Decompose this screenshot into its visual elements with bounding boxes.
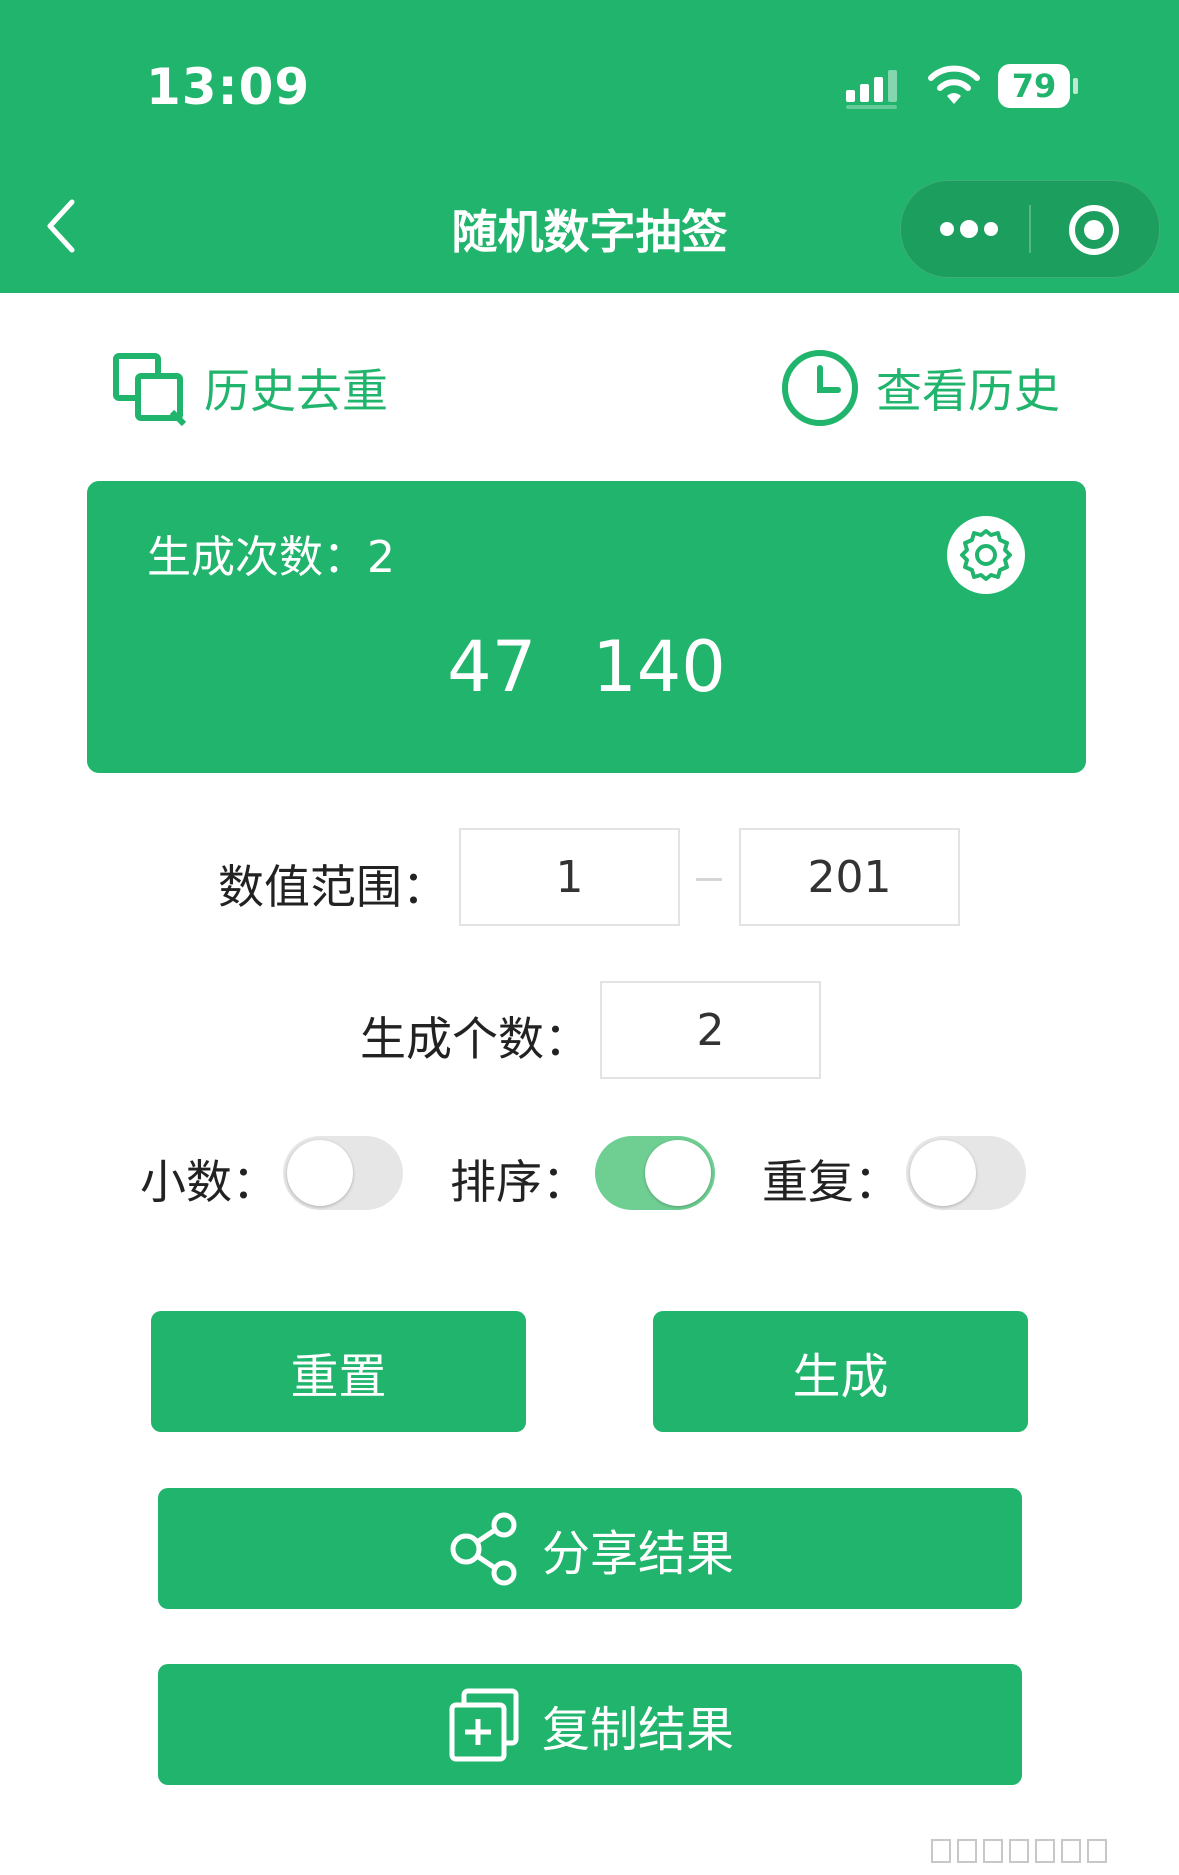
- status-time: 13:09: [146, 58, 311, 116]
- result-number: 47: [447, 626, 537, 708]
- count-label: 生成个数：: [360, 1012, 590, 1066]
- generate-count: 生成次数：2: [147, 521, 395, 585]
- share-icon: [450, 1512, 517, 1585]
- repeat-toggle[interactable]: [906, 1136, 1026, 1210]
- more-icon[interactable]: [937, 211, 1001, 247]
- result-numbers: 47 140: [87, 626, 1086, 708]
- gear-icon: [960, 529, 1012, 581]
- battery-level: 79: [1011, 67, 1057, 105]
- wifi-icon: [928, 65, 980, 104]
- copy-result-button[interactable]: 复制结果: [158, 1664, 1022, 1785]
- reset-button[interactable]: 重置: [151, 1311, 526, 1432]
- sort-toggle[interactable]: [595, 1136, 715, 1210]
- cellular-signal-icon: [846, 70, 897, 109]
- sort-label: 排序：: [450, 1155, 588, 1209]
- generate-button[interactable]: 生成: [653, 1311, 1028, 1432]
- share-result-label: 分享结果: [541, 1525, 734, 1582]
- watermark-icon: [931, 1839, 1107, 1863]
- range-max-input[interactable]: [739, 828, 960, 926]
- history-dedupe-label: 历史去重: [204, 364, 388, 418]
- dedupe-icon: [113, 353, 187, 426]
- result-number: 140: [592, 626, 726, 708]
- close-target-icon[interactable]: [1067, 203, 1121, 257]
- clock-icon: [782, 350, 858, 426]
- copy-result-label: 复制结果: [541, 1701, 734, 1758]
- copy-icon: [449, 1688, 519, 1761]
- generate-count-value: 2: [367, 532, 395, 583]
- range-separator: [696, 878, 722, 881]
- view-history-link[interactable]: 查看历史: [780, 348, 1060, 428]
- decimal-toggle[interactable]: [283, 1136, 403, 1210]
- share-result-button[interactable]: 分享结果: [158, 1488, 1022, 1609]
- decimal-label: 小数：: [140, 1155, 278, 1209]
- count-input[interactable]: [600, 981, 821, 1079]
- generate-count-label: 生成次数：: [147, 532, 367, 583]
- range-min-input[interactable]: [459, 828, 680, 926]
- history-dedupe-link[interactable]: 历史去重: [112, 348, 388, 428]
- range-label: 数值范围：: [218, 860, 448, 914]
- generate-button-label: 生成: [792, 1348, 889, 1405]
- battery-indicator: 79: [998, 64, 1080, 108]
- repeat-label: 重复：: [762, 1155, 900, 1209]
- result-card: 生成次数：2 47 140: [87, 481, 1086, 773]
- reset-button-label: 重置: [290, 1348, 387, 1405]
- settings-button[interactable]: [947, 516, 1025, 594]
- view-history-label: 查看历史: [876, 364, 1060, 418]
- mini-program-capsule: [900, 180, 1160, 278]
